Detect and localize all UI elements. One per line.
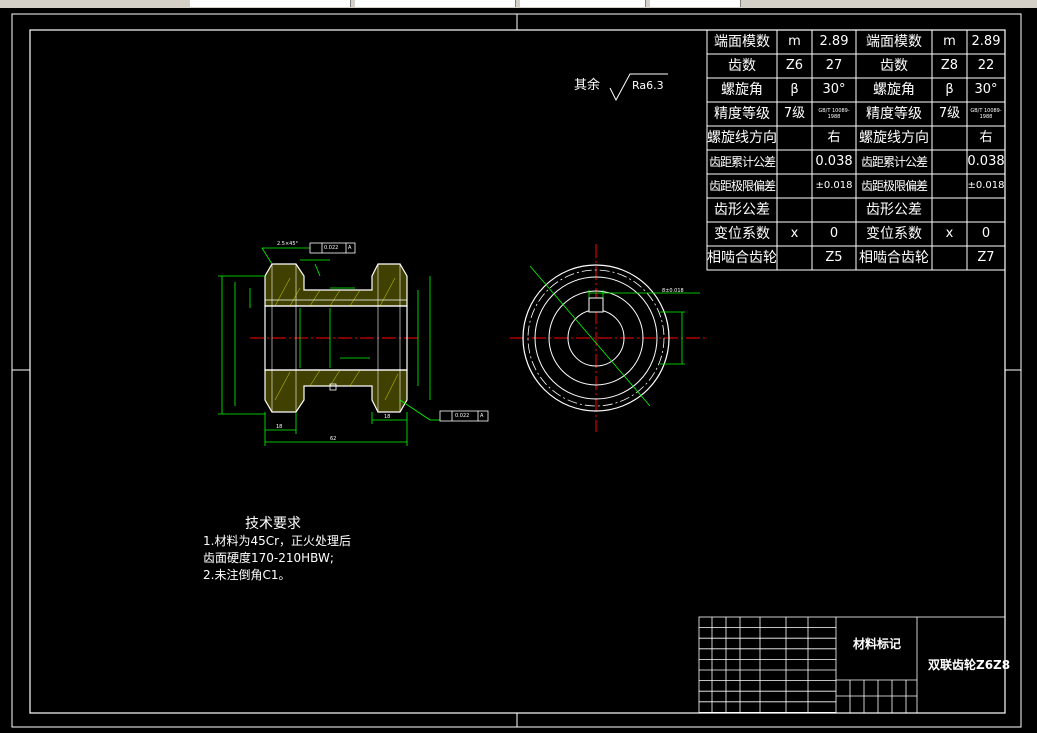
table-left-val-5: 0.038 — [815, 154, 853, 169]
drawing-canvas[interactable]: 端面模数 m 2.89 齿数 Z6 27 螺旋角 β 30° 精度等级 7级 GB/T 10089-1… — [0, 8, 1037, 733]
table-right-label-6: 齿距极限偏差 — [860, 179, 928, 193]
table-left-label-8: 变位系数 — [714, 226, 770, 242]
datum-bottom: A — [480, 413, 484, 419]
material-mark: 材料标记 — [853, 637, 902, 651]
table-right-label-1: 齿数 — [880, 58, 908, 74]
toolbar-tab-3[interactable] — [520, 0, 646, 7]
table-right-val-9: Z7 — [977, 250, 995, 265]
table-left-label-6: 齿距极限偏差 — [708, 179, 776, 193]
runout-value-bottom: 0.022 — [455, 413, 470, 419]
toolbar-strip — [0, 0, 1037, 8]
table-left-val-0: 2.89 — [819, 34, 849, 49]
table-right-val-0: 2.89 — [971, 34, 1001, 49]
table-right-sym-1: Z8 — [940, 58, 959, 73]
table-left-val-9: Z5 — [825, 250, 843, 265]
table-right-label-5: 齿距累计公差 — [860, 155, 928, 169]
dim-len-b: 18 — [384, 414, 391, 420]
table-left-label-0: 端面模数 — [714, 34, 770, 50]
table-left-label-5: 齿距累计公差 — [708, 155, 776, 169]
table-left-label-9: 相啮合齿轮 — [707, 250, 777, 266]
table-left-sym-2: β — [790, 82, 799, 97]
table-left-val-4: 右 — [827, 130, 841, 145]
table-right-val-1: 22 — [977, 58, 995, 73]
table-right-label-8: 变位系数 — [866, 226, 922, 242]
table-left-val-8: 0 — [829, 226, 839, 241]
table-left-val-6: ±0.018 — [815, 180, 853, 191]
table-right-label-3: 精度等级 — [866, 106, 922, 122]
part-name: 双联齿轮Z6Z8 — [928, 658, 1011, 672]
table-right-label-9: 相啮合齿轮 — [859, 250, 929, 266]
table-left-val-3: GB/T 10089-1988 — [818, 108, 850, 120]
table-right-val-3: GB/T 10089-1988 — [970, 108, 1002, 120]
table-right-val-5: 0.038 — [967, 154, 1005, 169]
table-right-label-2: 螺旋角 — [873, 82, 915, 98]
table-right-label-7: 齿形公差 — [866, 202, 922, 218]
toolbar-tab-2[interactable] — [355, 0, 516, 7]
chamfer-label: 2.5×45° — [277, 241, 299, 247]
table-right-label-0: 端面模数 — [866, 34, 922, 50]
table-left-sym-8: x — [790, 226, 799, 241]
table-left-label-1: 齿数 — [728, 58, 756, 74]
table-right-sym-2: β — [945, 82, 954, 97]
table-right-sym-8: x — [945, 226, 954, 241]
table-left-label-2: 螺旋角 — [721, 82, 763, 98]
table-left-label-4: 螺旋线方向 — [707, 130, 777, 146]
toolbar-tab-4[interactable] — [650, 0, 741, 7]
table-left-label-7: 齿形公差 — [714, 202, 770, 218]
roughness-value: Ra6.3 — [632, 79, 664, 92]
table-right-label-4: 螺旋线方向 — [859, 130, 929, 146]
requirement-line-1: 1.材料为45Cr，正火处理后 — [203, 534, 352, 548]
requirement-line-2: 齿面硬度170-210HBW; — [203, 551, 334, 565]
table-right-val-4: 右 — [979, 130, 993, 145]
table-right-val-6: ±0.018 — [967, 180, 1005, 191]
table-left-label-3: 精度等级 — [714, 106, 770, 122]
table-left-val-1: 27 — [825, 58, 843, 73]
requirements-title: 技术要求 — [245, 516, 301, 532]
toolbar-tab-1[interactable] — [190, 0, 351, 7]
dim-len-a: 18 — [276, 424, 283, 430]
roughness-prefix: 其余 — [574, 78, 601, 93]
table-right-sym-3: 7级 — [938, 106, 961, 121]
datum-top: A — [348, 245, 352, 251]
table-left-val-2: 30° — [822, 82, 846, 97]
table-left-sym-0: m — [788, 34, 801, 49]
table-right-sym-0: m — [943, 34, 956, 49]
dim-key-width: 8±0.018 — [662, 288, 684, 294]
requirement-line-3: 2.未注倒角C1。 — [203, 568, 291, 582]
table-right-val-8: 0 — [981, 226, 991, 241]
table-left-sym-1: Z6 — [785, 58, 804, 73]
dim-len-total: 62 — [330, 436, 337, 442]
table-right-val-2: 30° — [974, 82, 998, 97]
runout-value-top: 0.022 — [324, 245, 339, 251]
table-left-sym-3: 7级 — [783, 106, 806, 121]
